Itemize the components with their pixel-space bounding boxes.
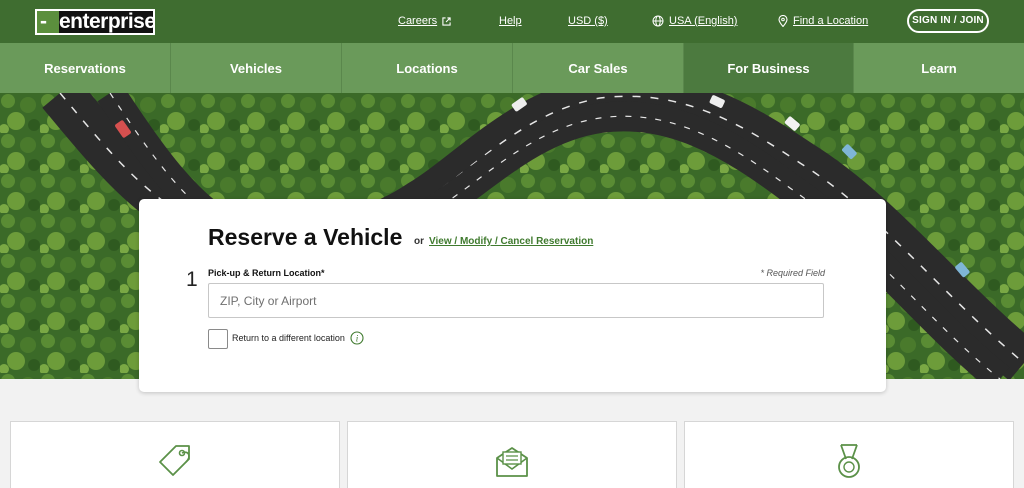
reservation-card: Reserve a Vehicle or View / Modify / Can… [139, 199, 886, 392]
feature-tile-email[interactable] [347, 421, 677, 488]
return-different-location-label[interactable]: Return to a different location [232, 333, 345, 343]
currency-label: USD ($) [568, 15, 608, 27]
feature-tile-deals[interactable] [10, 421, 340, 488]
location-pin-icon [778, 15, 788, 27]
info-icon[interactable]: i [350, 331, 364, 345]
nav-item-car-sales[interactable]: Car Sales [513, 43, 684, 93]
nav-item-vehicles[interactable]: Vehicles [171, 43, 342, 93]
sign-in-join-button[interactable]: SIGN IN / JOIN [907, 9, 989, 33]
utility-bar: - enterprise Careers Help USD ($) USA (En… [0, 0, 1024, 43]
main-nav: Reservations Vehicles Locations Car Sale… [0, 43, 1024, 93]
nav-item-reservations[interactable]: Reservations [0, 43, 171, 93]
price-tag-icon [159, 445, 190, 476]
pickup-location-label: Pick-up & Return Location* [208, 268, 325, 278]
careers-label: Careers [398, 15, 438, 27]
svg-text:i: i [356, 334, 359, 344]
nav-item-locations[interactable]: Locations [342, 43, 513, 93]
logo-text: enterprise [59, 10, 155, 33]
reserve-vehicle-heading: Reserve a Vehicle [208, 224, 403, 250]
currency-selector[interactable]: USD ($) [568, 15, 608, 27]
language-selector[interactable]: USA (English) [652, 15, 737, 27]
pickup-location-input[interactable] [208, 283, 824, 318]
help-link[interactable]: Help [499, 15, 522, 27]
careers-link[interactable]: Careers [398, 15, 451, 27]
return-different-location-checkbox[interactable] [208, 329, 228, 349]
language-label: USA (English) [669, 15, 738, 27]
globe-icon [652, 15, 664, 27]
help-label: Help [499, 15, 522, 27]
external-link-icon [442, 16, 451, 26]
feature-tile-loyalty[interactable] [684, 421, 1014, 488]
modify-reservation-link[interactable]: View / Modify / Cancel Reservation [429, 236, 593, 247]
envelope-icon [496, 447, 528, 477]
medal-icon [838, 444, 860, 478]
nav-item-for-business[interactable]: For Business [684, 43, 854, 93]
find-location-label: Find a Location [793, 15, 869, 27]
nav-item-learn[interactable]: Learn [854, 43, 1024, 93]
required-field-note: * Required Field [760, 268, 825, 278]
or-text: or [414, 236, 424, 247]
step-number: 1 [186, 268, 198, 291]
find-location-link[interactable]: Find a Location [778, 15, 868, 27]
enterprise-logo[interactable]: - enterprise [35, 9, 155, 35]
